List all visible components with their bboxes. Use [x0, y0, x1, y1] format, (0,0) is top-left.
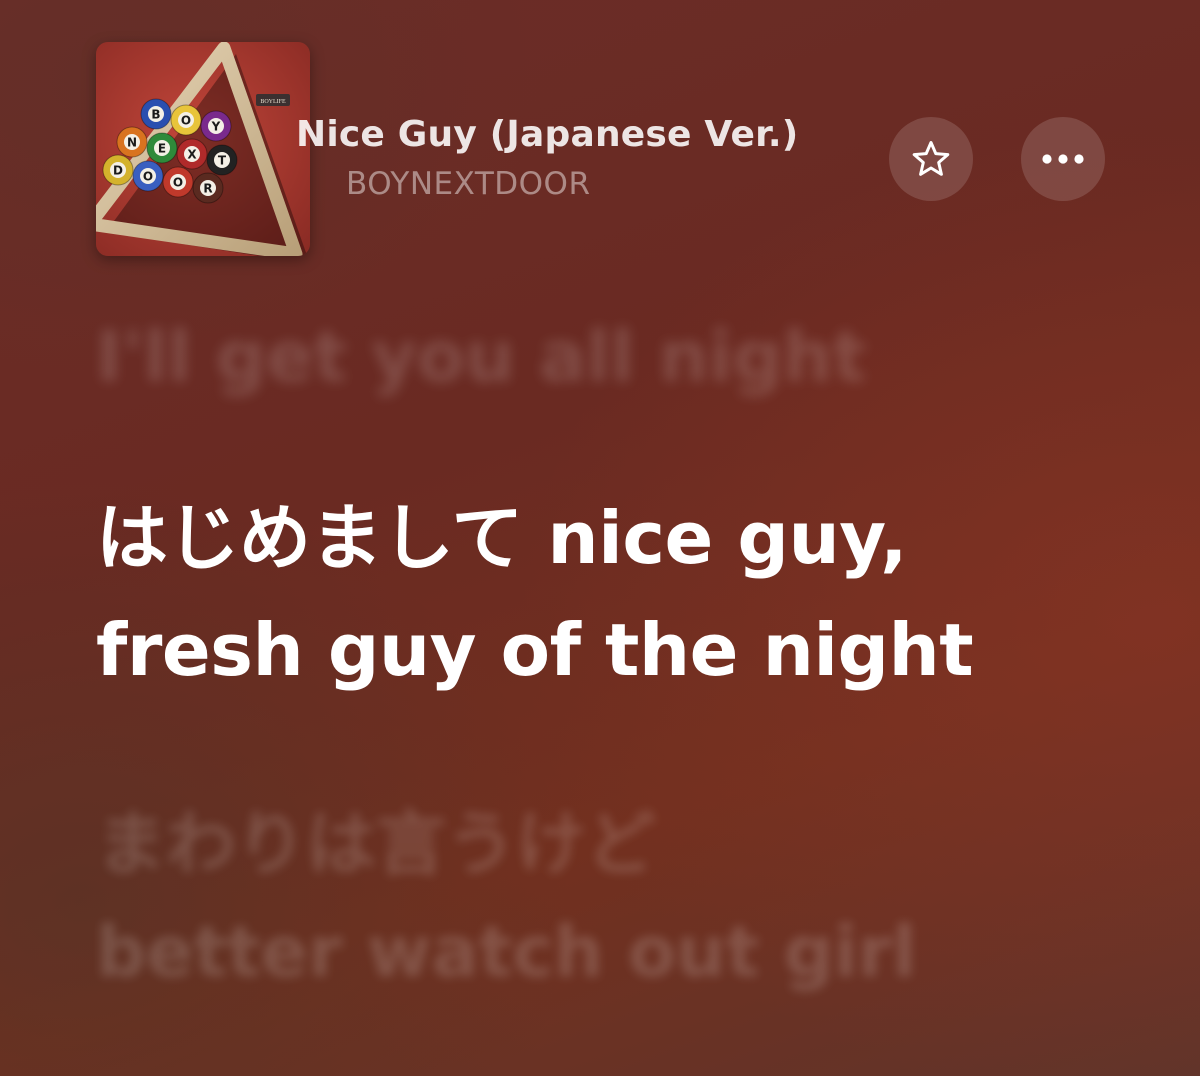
artwork-ball-letter: T: [218, 154, 227, 168]
artwork-label: BOYLIFE: [260, 99, 286, 105]
artwork-ball: B: [140, 98, 172, 130]
artwork-ball: E: [146, 132, 178, 164]
lyric-next-part-2: better watch out girl: [96, 911, 917, 993]
artwork-ball: O: [170, 104, 202, 136]
artwork-ball-letter: O: [143, 170, 153, 184]
artwork-ball-letter: X: [187, 148, 197, 162]
album-artwork-image: BOYLIFE B O Y N E X T D O O R: [96, 42, 310, 256]
artwork-ball-letter: O: [173, 176, 183, 190]
lyric-line-next[interactable]: まわりは言うけど better watch out girl: [96, 790, 916, 1006]
artwork-ball-letter: D: [113, 164, 123, 178]
artwork-ball-letter: Y: [211, 120, 221, 134]
lyric-line-current[interactable]: はじめまして nice guy, fresh guy of the night: [96, 482, 974, 706]
artwork-ball: R: [192, 172, 224, 204]
star-icon: [912, 141, 950, 176]
artwork-ball-letter: B: [151, 108, 160, 122]
artwork-ball: O: [132, 160, 164, 192]
artwork-ball: X: [176, 138, 208, 170]
artwork-ball: T: [206, 144, 238, 176]
ellipsis-icon: [1042, 154, 1084, 164]
artwork-ball: O: [162, 166, 194, 198]
artwork-ball: N: [116, 126, 148, 158]
artwork-ball-letter: N: [127, 136, 137, 150]
artwork-ball: Y: [200, 110, 232, 142]
artist-name[interactable]: BOYNEXTDOOR: [346, 166, 590, 202]
album-artwork[interactable]: BOYLIFE B O Y N E X T D O O R: [96, 42, 310, 256]
lyric-current-part-1: はじめまして nice guy,: [96, 496, 907, 580]
favorite-button[interactable]: [889, 117, 973, 201]
lyric-next-part-1: まわりは言うけど: [96, 803, 656, 885]
artwork-ball-letter: E: [158, 142, 166, 156]
artwork-ball: D: [102, 154, 134, 186]
more-options-button[interactable]: [1021, 117, 1105, 201]
artwork-ball-letter: O: [181, 114, 191, 128]
artwork-ball-letter: R: [203, 182, 212, 196]
lyric-line-previous[interactable]: I'll get you all night: [96, 316, 866, 398]
lyric-current-part-2: fresh guy of the night: [96, 608, 974, 692]
song-title[interactable]: Nice Guy (Japanese Ver.): [296, 114, 798, 155]
